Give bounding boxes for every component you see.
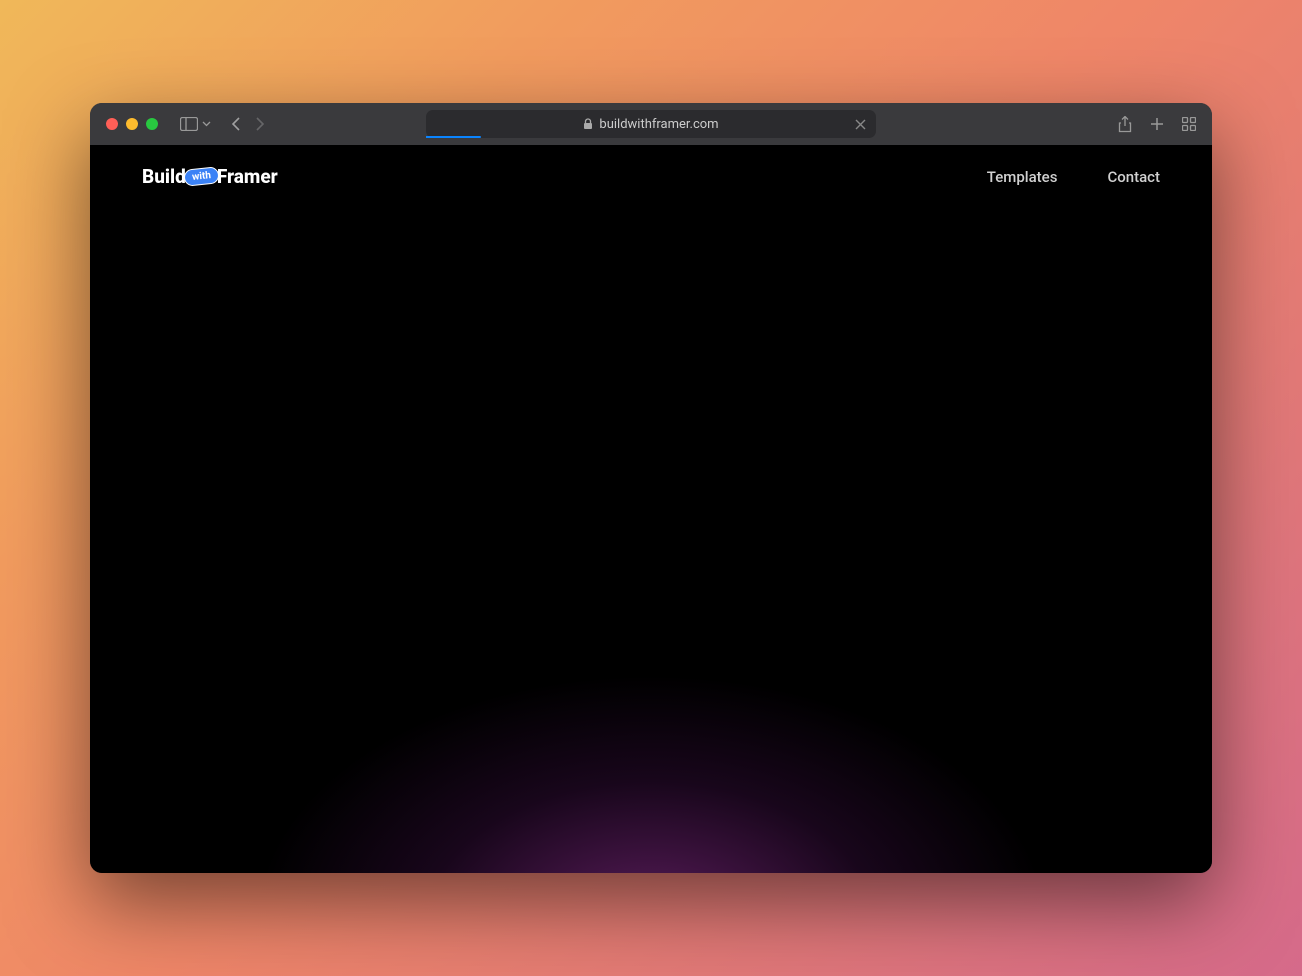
site-logo[interactable]: Build with Framer	[142, 165, 278, 188]
stop-loading-button[interactable]	[855, 119, 866, 130]
back-button[interactable]	[231, 116, 241, 132]
close-window-button[interactable]	[106, 118, 118, 130]
sidebar-icon	[180, 117, 198, 131]
logo-text-build: Build	[142, 165, 186, 188]
grid-icon	[1182, 117, 1196, 131]
chevron-right-icon	[255, 116, 265, 132]
lock-icon	[583, 118, 593, 130]
nav-link-contact[interactable]: Contact	[1107, 168, 1160, 186]
share-button[interactable]	[1118, 116, 1132, 133]
plus-icon	[1150, 117, 1164, 131]
forward-button[interactable]	[255, 116, 265, 132]
logo-badge-with: with	[183, 166, 220, 187]
main-navigation: Templates Contact	[987, 168, 1160, 186]
url-text: buildwithframer.com	[599, 117, 718, 132]
tab-overview-button[interactable]	[1182, 117, 1196, 131]
browser-right-controls	[1118, 116, 1196, 133]
browser-window: buildwithframer.com	[90, 103, 1212, 873]
navigation-arrows	[231, 116, 265, 132]
site-header: Build with Framer Templates Contact	[90, 145, 1212, 208]
share-icon	[1118, 116, 1132, 133]
loading-progress-bar	[426, 136, 481, 138]
minimize-window-button[interactable]	[126, 118, 138, 130]
sidebar-toggle-button[interactable]	[180, 117, 211, 131]
new-tab-button[interactable]	[1150, 117, 1164, 131]
chevron-down-icon	[202, 121, 211, 127]
address-bar[interactable]: buildwithframer.com	[426, 110, 876, 138]
close-icon	[855, 119, 866, 130]
logo-text-framer: Framer	[217, 165, 278, 188]
nav-link-templates[interactable]: Templates	[987, 168, 1058, 186]
page-content: Build with Framer Templates Contact	[90, 145, 1212, 873]
maximize-window-button[interactable]	[146, 118, 158, 130]
browser-toolbar: buildwithframer.com	[90, 103, 1212, 145]
window-controls	[106, 118, 158, 130]
chevron-left-icon	[231, 116, 241, 132]
background-glow	[251, 673, 1051, 873]
